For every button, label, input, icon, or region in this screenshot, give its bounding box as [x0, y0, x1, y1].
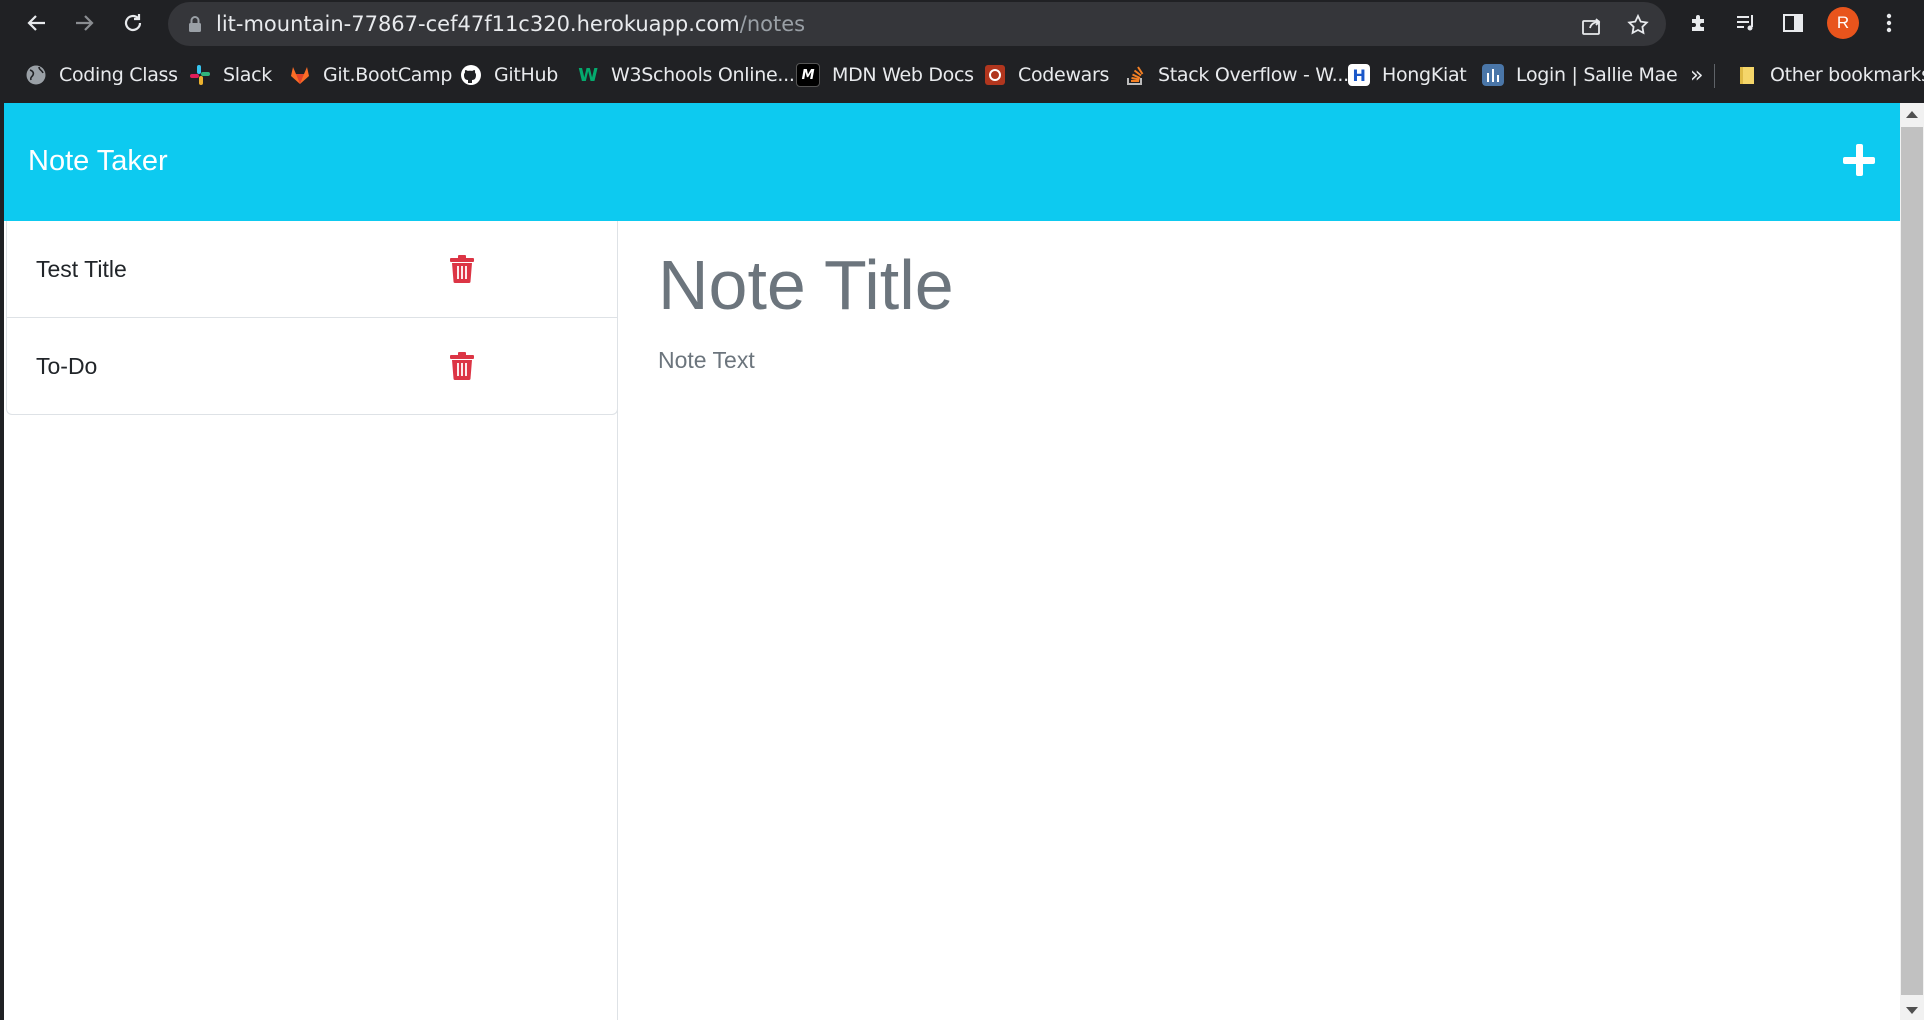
codewars-icon	[984, 64, 1006, 86]
bookmark-star-button[interactable]	[1623, 10, 1653, 40]
trash-icon[interactable]	[449, 255, 475, 283]
arrow-left-icon	[27, 15, 45, 31]
queue-music-icon	[1737, 15, 1753, 31]
browser-toolbar: lit-mountain-77867-cef47f11c320.herokuap…	[0, 0, 1924, 46]
mdn-icon: M	[796, 63, 820, 87]
note-text-input[interactable]	[658, 347, 1858, 747]
url-host: lit-mountain-77867-cef47f11c320.herokuap…	[216, 12, 740, 36]
bookmarks-divider	[1714, 64, 1715, 88]
new-note-button[interactable]	[1842, 143, 1876, 177]
list-item[interactable]: To-Do	[7, 318, 617, 414]
share-icon	[1582, 18, 1601, 35]
other-bookmarks[interactable]: Other bookmarks	[1736, 60, 1924, 90]
bookmark-label: HongKiat	[1382, 64, 1467, 86]
bookmark-label: MDN Web Docs	[832, 64, 974, 86]
back-button[interactable]	[20, 6, 54, 40]
w3schools-icon: W	[578, 64, 598, 86]
side-panel-button[interactable]	[1778, 8, 1808, 38]
page-viewport: Note Taker Test Title To-Do	[4, 103, 1900, 1020]
forward-button[interactable]	[67, 6, 101, 40]
note-list-title[interactable]: Test Title	[36, 256, 127, 283]
profile-avatar[interactable]: R	[1827, 7, 1859, 39]
share-button[interactable]	[1577, 10, 1607, 40]
bookmark-label: GitHub	[494, 64, 559, 86]
lock-icon	[189, 16, 201, 32]
scroll-down-arrow[interactable]	[1906, 1007, 1918, 1014]
bookmark-stackoverflow[interactable]: Stack Overflow - W...	[1124, 60, 1349, 90]
slack-icon	[189, 64, 211, 86]
gitlab-icon	[289, 64, 311, 86]
bookmark-label: Stack Overflow - W...	[1158, 64, 1349, 86]
bookmarks-overflow-button[interactable]: »	[1690, 60, 1703, 90]
scroll-thumb[interactable]	[1901, 127, 1923, 995]
salliemae-icon	[1482, 64, 1504, 86]
extensions-button[interactable]	[1684, 8, 1714, 38]
bookmark-label: W3Schools Online...	[611, 64, 795, 86]
list-item[interactable]: Test Title	[7, 221, 617, 318]
reload-button[interactable]	[116, 6, 150, 40]
app-brand[interactable]: Note Taker	[28, 145, 168, 178]
note-title-input[interactable]	[658, 245, 1858, 325]
other-bookmarks-label: Other bookmarks	[1770, 64, 1924, 86]
notes-list: Test Title To-Do	[6, 221, 618, 415]
github-icon	[460, 64, 482, 86]
bookmark-codewars[interactable]: Codewars	[984, 60, 1109, 90]
scroll-up-arrow[interactable]	[1906, 111, 1918, 118]
bookmark-gitbootcamp[interactable]: Git.BootCamp	[289, 60, 452, 90]
url-path: /notes	[739, 12, 806, 36]
note-editor	[618, 221, 1900, 1020]
side-panel-icon	[1783, 14, 1803, 32]
notes-sidebar: Test Title To-Do	[4, 221, 618, 1020]
stackoverflow-icon	[1124, 64, 1146, 86]
star-icon	[1627, 13, 1649, 35]
bookmark-salliemae[interactable]: Login | Sallie Mae	[1482, 60, 1678, 90]
trash-icon[interactable]	[449, 352, 475, 380]
bookmark-coding-class[interactable]: Coding Class	[25, 60, 178, 90]
bookmark-label: Slack	[223, 64, 272, 86]
browser-menu-button[interactable]	[1874, 8, 1904, 38]
hongkiat-icon: H	[1348, 64, 1370, 86]
bookmark-w3schools[interactable]: W W3Schools Online...	[577, 60, 795, 90]
app-navbar: Note Taker	[4, 103, 1900, 221]
note-list-title[interactable]: To-Do	[36, 353, 97, 380]
more-vert-icon	[1886, 13, 1892, 33]
media-button[interactable]	[1731, 8, 1761, 38]
folder-icon	[1736, 64, 1758, 86]
bookmark-slack[interactable]: Slack	[189, 60, 272, 90]
address-bar[interactable]: lit-mountain-77867-cef47f11c320.herokuap…	[168, 2, 1666, 46]
bookmark-github[interactable]: GitHub	[460, 60, 558, 90]
bookmark-label: Codewars	[1018, 64, 1110, 86]
bookmarks-bar: Coding Class Slack Git.BootCamp GitHub W…	[0, 56, 1924, 94]
bookmark-label: Login | Sallie Mae	[1516, 64, 1678, 86]
url-text: lit-mountain-77867-cef47f11c320.herokuap…	[216, 12, 805, 36]
page-scrollbar[interactable]	[1900, 103, 1924, 1020]
arrow-right-icon	[76, 15, 94, 31]
bookmark-label: Git.BootCamp	[323, 64, 453, 86]
bookmark-mdn[interactable]: M MDN Web Docs	[796, 60, 974, 90]
bookmark-label: Coding Class	[59, 64, 178, 86]
reload-icon	[124, 14, 142, 32]
puzzle-icon	[1692, 15, 1704, 31]
bookmark-hongkiat[interactable]: H HongKiat	[1348, 60, 1467, 90]
globe-icon	[25, 64, 47, 86]
